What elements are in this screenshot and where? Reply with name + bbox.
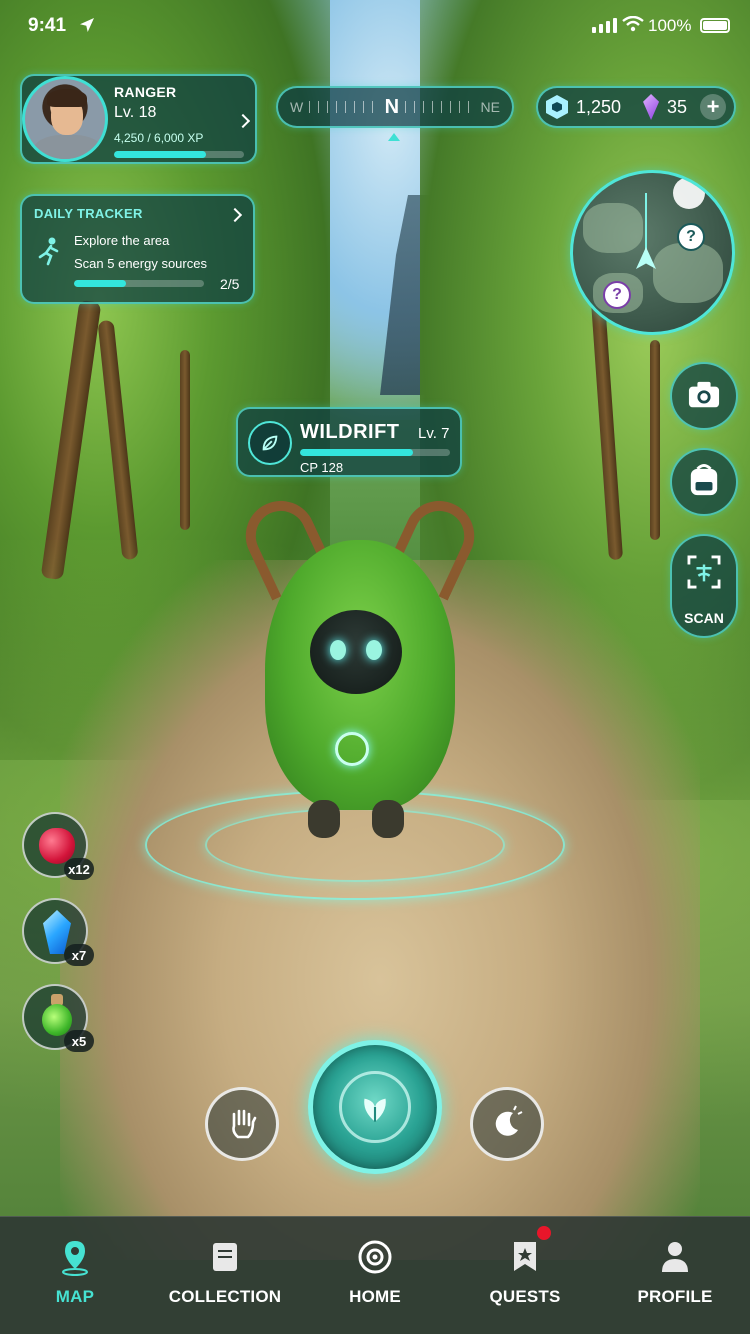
explorer-icon — [38, 237, 59, 266]
creature-cp: CP 128 — [300, 460, 344, 475]
xp-bar-fill — [114, 151, 207, 158]
person-icon — [662, 1242, 688, 1272]
target-icon — [358, 1240, 392, 1274]
camera-icon — [688, 381, 720, 408]
mystery-marker-icon[interactable]: ? — [603, 281, 631, 309]
chevron-right-icon — [227, 207, 243, 223]
signal-icon — [592, 18, 617, 33]
compass-marker-icon — [388, 133, 400, 141]
coin-icon — [546, 95, 568, 119]
gem-count: 35 — [667, 96, 688, 117]
gem-icon — [643, 94, 660, 120]
hand-icon — [232, 1109, 257, 1139]
tracker-task-1: Explore the area — [74, 233, 170, 248]
camera-button[interactable] — [670, 362, 738, 430]
creature-nameplate[interactable]: WILDRIFT Lv. 7 CP 128 — [236, 407, 462, 477]
tracker-task-2: Scan 5 energy sources — [74, 256, 207, 271]
currency-bar: 1,250 35 + — [536, 86, 736, 128]
moon-lure-icon — [495, 1105, 523, 1136]
crystal-item-button[interactable]: x7 — [22, 898, 94, 966]
creature-hp-bar — [300, 449, 450, 456]
creature-leg — [308, 800, 340, 838]
creature-face — [310, 610, 402, 694]
scan-button[interactable]: SCAN — [670, 534, 738, 638]
location-arrow-icon — [80, 18, 94, 32]
nav-label: COLLECTION — [168, 1287, 282, 1306]
capture-button[interactable] — [308, 1040, 442, 1174]
creature-eye — [366, 640, 382, 660]
tree-trunk — [180, 350, 190, 530]
battery-percent: 100% — [648, 16, 692, 35]
bottom-nav: MAP COLLECTION HOME QUESTS PROFILE — [0, 1216, 750, 1334]
berry-item-button[interactable]: x12 — [22, 812, 94, 880]
scan-icon — [687, 555, 721, 589]
compass-strip: W N NE — [276, 86, 514, 128]
player-arrow-icon — [636, 247, 656, 269]
minimap[interactable]: ? ? — [570, 170, 735, 335]
creature-hp-fill — [300, 449, 413, 456]
creature-name: WILDRIFT — [300, 421, 400, 443]
lure-button[interactable] — [470, 1087, 544, 1161]
nav-profile[interactable]: PROFILE — [600, 1217, 750, 1334]
leaf-type-icon — [248, 421, 292, 465]
creature-eye — [330, 640, 346, 660]
creature-level: Lv. 7 — [418, 425, 450, 442]
nav-collection[interactable]: COLLECTION — [150, 1217, 300, 1334]
quest-flag-icon — [514, 1242, 536, 1271]
leaf-capture-icon — [364, 1098, 386, 1122]
nav-label: HOME — [349, 1287, 401, 1306]
wifi-icon — [622, 16, 644, 32]
interact-hand-button[interactable] — [205, 1087, 279, 1161]
backpack-icon — [690, 464, 718, 496]
chevron-right-icon — [235, 113, 251, 129]
nav-home[interactable]: HOME — [300, 1217, 450, 1334]
clock: 9:41 — [28, 15, 67, 36]
battery-icon — [700, 18, 730, 33]
nav-label: MAP — [55, 1287, 95, 1306]
compass-northeast: NE — [480, 99, 500, 115]
player-level: Lv. 18 — [114, 104, 157, 121]
scan-label: SCAN — [684, 610, 724, 626]
backpack-button[interactable] — [670, 448, 738, 516]
player-card[interactable]: RANGER Lv. 18 4,250 / 6,000 XP — [20, 74, 257, 164]
status-bar: 9:41 100% — [0, 0, 750, 56]
creature-wildrift[interactable] — [234, 489, 486, 845]
book-icon — [213, 1243, 237, 1271]
daily-tracker[interactable]: DAILY TRACKER Explore the area Scan 5 en… — [20, 194, 255, 304]
mystery-marker-icon[interactable]: ? — [677, 223, 705, 251]
creature-leg — [372, 800, 404, 838]
compass-ticks — [405, 101, 475, 113]
add-currency-button[interactable]: + — [700, 94, 726, 120]
player-title: RANGER — [114, 84, 177, 100]
compass-north: N — [384, 95, 400, 118]
quests-notification-badge — [537, 1226, 551, 1240]
item-count: x12 — [64, 858, 94, 880]
item-count: x7 — [64, 944, 94, 966]
tracker-count: 2/5 — [220, 276, 240, 292]
nav-quests[interactable]: QUESTS — [450, 1217, 600, 1334]
tracker-progress-bar — [74, 280, 204, 287]
xp-bar — [114, 151, 244, 158]
map-pin-icon — [62, 1241, 88, 1276]
spiral-mark — [335, 732, 369, 766]
potion-item-button[interactable]: x5 — [22, 984, 94, 1052]
avatar[interactable] — [22, 76, 108, 162]
heading-line — [645, 193, 647, 255]
tree-trunk — [650, 340, 660, 540]
nav-label: QUESTS — [489, 1287, 561, 1306]
compass-west: W — [290, 99, 304, 115]
compass-pin-icon — [673, 177, 705, 209]
xp-text: 4,250 / 6,000 XP — [114, 131, 204, 145]
tracker-title: DAILY TRACKER — [34, 206, 143, 221]
nav-map[interactable]: MAP — [0, 1217, 150, 1334]
coin-count: 1,250 — [576, 96, 622, 117]
compass-ticks — [309, 101, 379, 113]
nav-label: PROFILE — [637, 1287, 713, 1306]
tracker-progress-fill — [74, 280, 126, 287]
item-count: x5 — [64, 1030, 94, 1052]
